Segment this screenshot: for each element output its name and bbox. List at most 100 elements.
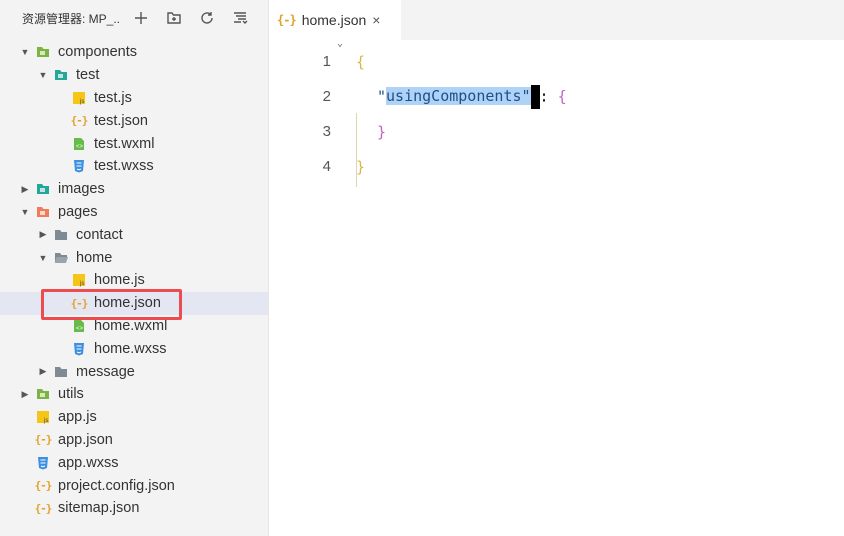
code-line-4: 4 } bbox=[269, 149, 844, 184]
code-text: { bbox=[356, 52, 366, 71]
tree-item[interactable]: home.wxss bbox=[0, 337, 268, 360]
tab-label: home.json bbox=[301, 12, 367, 28]
code-colon: : bbox=[539, 87, 558, 105]
tree-item-label: sitemap.json bbox=[58, 500, 140, 517]
js-file-icon: js bbox=[72, 91, 86, 105]
close-icon[interactable]: × bbox=[372, 12, 380, 28]
chevron-right-icon: ▶ bbox=[21, 388, 29, 399]
refresh-button[interactable] bbox=[198, 9, 216, 27]
tree-item[interactable]: {-} sitemap.json bbox=[0, 497, 268, 520]
tree-item[interactable]: {-} app.json bbox=[0, 429, 268, 452]
chevron-down-icon: ▼ bbox=[38, 70, 48, 81]
tree-item-label: test.json bbox=[94, 112, 148, 129]
tree-item[interactable]: ▼ components bbox=[0, 41, 268, 64]
svg-text:js: js bbox=[43, 418, 48, 424]
tree-item[interactable]: {-} test.json bbox=[0, 109, 268, 132]
folder-icon bbox=[36, 182, 50, 196]
tree-item[interactable]: ▼ test bbox=[0, 64, 268, 87]
tree-item[interactable]: js test.js bbox=[0, 87, 268, 110]
tab-bar: {-} home.json × bbox=[269, 0, 844, 40]
tree-item[interactable]: app.wxss bbox=[0, 451, 268, 474]
explorer-title: 资源管理器: MP_... bbox=[22, 11, 120, 26]
chevron-right-icon: ▶ bbox=[21, 183, 29, 194]
explorer-header: 资源管理器: MP_... bbox=[0, 0, 268, 36]
folder-icon bbox=[54, 68, 68, 82]
wxss-file-icon bbox=[72, 342, 86, 356]
tree-item-label: utils bbox=[58, 386, 84, 403]
tree-item[interactable]: <> test.wxml bbox=[0, 132, 268, 155]
fold-chevron-icon[interactable]: ⌄ bbox=[337, 38, 343, 49]
tree-item-label: app.wxss bbox=[58, 454, 119, 471]
json-file-icon: {-} bbox=[34, 479, 53, 493]
chevron-right-icon: ▶ bbox=[39, 366, 47, 377]
tree-item-label: home.wxml bbox=[94, 317, 168, 334]
tree-item[interactable]: ▼ pages bbox=[0, 201, 268, 224]
code-line-3: 3 } bbox=[269, 114, 844, 149]
collapse-all-button[interactable] bbox=[231, 9, 249, 27]
tree-item[interactable]: ▶ utils bbox=[0, 383, 268, 406]
tab-home-json[interactable]: {-} home.json × bbox=[269, 0, 401, 40]
line-number: 1 bbox=[322, 53, 331, 70]
new-folder-button[interactable] bbox=[165, 9, 183, 27]
wxml-file-icon: <> bbox=[72, 319, 86, 333]
chevron-down-icon: ▼ bbox=[20, 206, 30, 217]
explorer-actions bbox=[132, 9, 249, 27]
quote-close: " bbox=[521, 87, 531, 105]
folder-icon bbox=[36, 205, 50, 219]
explorer-sidebar: 资源管理器: MP_... ▼ components ▼ test js test.js {… bbox=[0, 0, 269, 536]
tree-item[interactable]: {-} project.config.json bbox=[0, 474, 268, 497]
tree-item[interactable]: ▶ contact bbox=[0, 223, 268, 246]
plus-icon bbox=[135, 12, 147, 24]
quote-open: " bbox=[377, 87, 387, 105]
new-folder-icon bbox=[167, 12, 181, 24]
tree-item-label: test bbox=[76, 67, 100, 84]
folder-icon bbox=[54, 228, 68, 242]
code-line-1: 1 ⌄ { bbox=[269, 38, 844, 79]
folder-icon bbox=[54, 365, 68, 379]
js-file-icon: js bbox=[72, 273, 86, 287]
json-file-icon: {-} bbox=[70, 114, 89, 128]
tree-item[interactable]: ▼ home bbox=[0, 246, 268, 269]
tree-item[interactable]: ▶ message bbox=[0, 360, 268, 383]
code-area[interactable]: 1 ⌄ { 2 "usingComponents": { 3 } 4 } bbox=[269, 38, 844, 187]
new-file-button[interactable] bbox=[132, 9, 150, 27]
svg-text:js: js bbox=[79, 281, 84, 287]
tree-item-label: app.json bbox=[58, 431, 113, 448]
js-file-icon: js bbox=[36, 410, 50, 424]
code-line-2: 2 "usingComponents": { bbox=[269, 79, 844, 114]
chevron-down-icon: ▼ bbox=[20, 47, 30, 58]
tree-item-label: message bbox=[76, 363, 135, 380]
tree-item-label: home.js bbox=[94, 272, 145, 289]
tree-item-label: images bbox=[58, 181, 105, 198]
wxml-file-icon: <> bbox=[72, 137, 86, 151]
tree-item-label: pages bbox=[58, 203, 98, 220]
code-text: "usingComponents": { bbox=[377, 84, 567, 109]
json-file-icon: {-} bbox=[34, 501, 53, 515]
annotation-highlight-box bbox=[41, 289, 182, 320]
code-text: } bbox=[356, 157, 366, 176]
folder-icon bbox=[36, 45, 50, 59]
tree-item[interactable]: ▶ images bbox=[0, 178, 268, 201]
code-brace: { bbox=[557, 87, 567, 105]
tree-item[interactable]: js app.js bbox=[0, 406, 268, 429]
tree-item[interactable]: test.wxss bbox=[0, 155, 268, 178]
chevron-down-icon: ▼ bbox=[38, 252, 48, 263]
folder-open-icon bbox=[54, 251, 68, 265]
svg-text:js: js bbox=[79, 99, 84, 105]
tree-item-label: project.config.json bbox=[58, 477, 175, 494]
line-number: 4 bbox=[322, 158, 331, 175]
svg-text:<>: <> bbox=[76, 144, 84, 150]
tree-item-label: test.wxml bbox=[94, 135, 155, 152]
tree-item-label: home bbox=[76, 249, 113, 266]
tree-item-label: test.js bbox=[94, 89, 132, 106]
refresh-icon bbox=[201, 12, 213, 24]
json-file-icon: {-} bbox=[277, 13, 297, 27]
